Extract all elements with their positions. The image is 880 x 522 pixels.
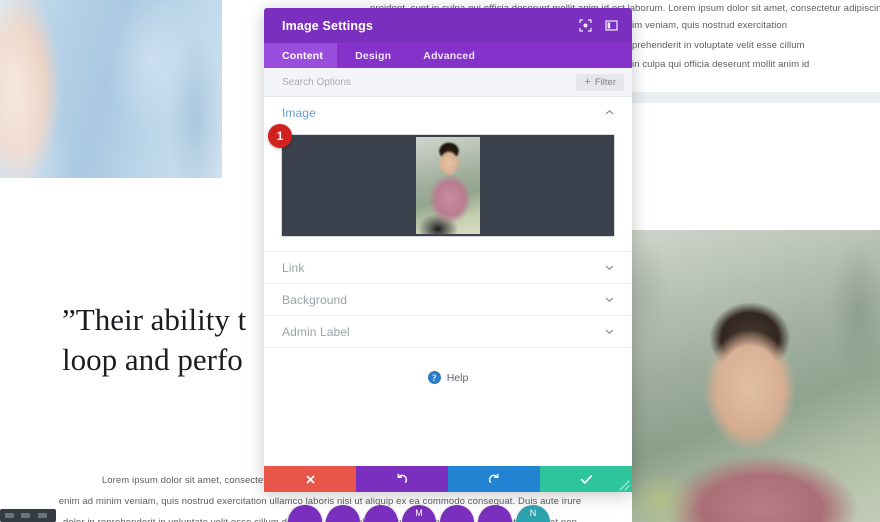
chevron-up-icon (604, 107, 615, 118)
tab-design[interactable]: Design (337, 43, 405, 68)
dock-button-6[interactable] (440, 505, 474, 522)
chevron-down-icon (604, 294, 615, 305)
section-header-image[interactable]: Image (264, 97, 632, 128)
modal-title: Image Settings (282, 18, 374, 33)
background-quote: ”Their ability t loop and perfo (62, 300, 292, 380)
close-x-icon (305, 474, 316, 485)
section-title-link: Link (282, 260, 305, 275)
modal-footer (264, 466, 632, 492)
undo-arrow-icon (396, 473, 408, 485)
dock-button-4[interactable] (364, 505, 398, 522)
background-quote-line-1: ”Their ability t (62, 302, 247, 337)
expand-fullscreen-icon[interactable] (577, 17, 594, 34)
modal-resize-handle[interactable] (614, 475, 631, 492)
filter-button[interactable]: + Filter (576, 73, 624, 91)
image-preview-wrapper: 1 (264, 124, 632, 251)
panel-layout-icon[interactable] (603, 17, 620, 34)
dock-button-7[interactable] (478, 505, 512, 522)
dock-button-2[interactable] (326, 505, 360, 522)
modal-body: Image 1 Link Background Admin Label ? He… (264, 97, 632, 466)
search-input[interactable] (282, 76, 577, 88)
help-question-icon: ? (427, 371, 441, 384)
image-upload-preview[interactable] (281, 134, 615, 237)
background-photo-shirt (0, 0, 222, 178)
toolbar-chip-2 (21, 513, 30, 518)
toolbar-chip-3 (38, 513, 47, 518)
background-right-line-2: prehenderit in voluptate velit esse cill… (632, 39, 805, 51)
image-settings-modal: Image Settings Content Design Advanced S… (264, 8, 632, 492)
background-right-line-1: im veniam, quis nostrud exercitation (632, 20, 788, 31)
help-row: ? Help (264, 348, 632, 384)
section-title-image: Image (282, 105, 316, 120)
section-header-admin-label[interactable]: Admin Label (264, 316, 632, 347)
bottom-left-toolbar[interactable] (0, 509, 56, 522)
tab-advanced[interactable]: Advanced (405, 43, 489, 68)
background-quote-line-2: loop and perfo (62, 342, 243, 377)
section-title-background: Background (282, 292, 348, 307)
undo-button[interactable] (356, 466, 448, 492)
background-paragraph-right: im veniam, quis nostrud exercitation pre… (632, 16, 880, 75)
section-header-background[interactable]: Background (264, 284, 632, 315)
redo-button[interactable] (448, 466, 540, 492)
screen: proident, sunt in culpa qui officia dese… (0, 0, 880, 522)
dock-button-5[interactable]: M (402, 505, 436, 522)
dock-button-8[interactable]: N (516, 505, 550, 522)
tab-content[interactable]: Content (264, 43, 338, 68)
cancel-button[interactable] (264, 466, 356, 492)
chevron-down-icon (604, 326, 615, 337)
help-link[interactable]: Help (447, 372, 469, 384)
checkmark-icon (580, 474, 593, 485)
background-right-line-3: in culpa qui officia deserunt mollit ani… (632, 59, 810, 70)
filter-button-label: Filter (594, 76, 616, 88)
section-title-admin-label: Admin Label (282, 324, 350, 339)
redo-arrow-icon (488, 473, 500, 485)
modal-header: Image Settings (264, 8, 632, 43)
image-thumbnail (416, 137, 480, 234)
dock-button-3[interactable] (288, 505, 322, 522)
toolbar-chip-1 (5, 513, 14, 518)
background-grey-band-right (632, 92, 880, 103)
modal-tabs: Content Design Advanced (264, 43, 632, 68)
section-header-link[interactable]: Link (264, 252, 632, 283)
background-photo-portrait (632, 230, 880, 522)
modal-header-actions (577, 17, 620, 34)
plus-icon: + (584, 75, 591, 88)
builder-bottom-dock: M N (288, 505, 640, 522)
search-options-bar: + Filter (264, 68, 632, 97)
chevron-down-icon (604, 262, 615, 273)
step-badge-1: 1 (268, 124, 292, 148)
